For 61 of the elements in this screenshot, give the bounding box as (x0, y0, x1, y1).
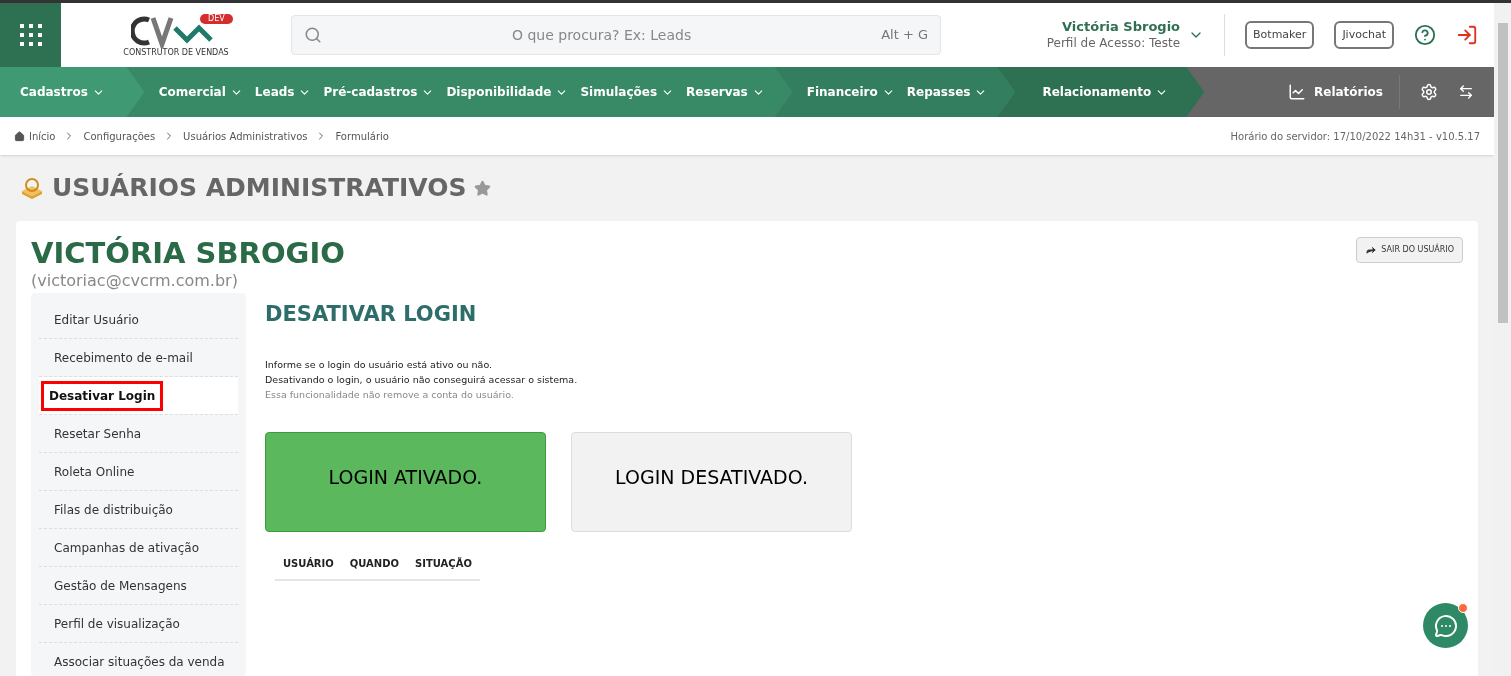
nav-item[interactable]: Disponibilidade (446, 83, 552, 101)
breadcrumb-link[interactable]: Início (29, 128, 56, 144)
note-text: Essa funcionalidade não remove a conta do usuário. (265, 387, 515, 402)
search-icon (304, 26, 322, 44)
swap-icon[interactable] (1458, 84, 1474, 100)
chat-button[interactable]: Botmaker (1245, 21, 1315, 49)
sidebar-item[interactable]: Filas de distribuição (39, 491, 238, 528)
settings-icon[interactable] (1420, 83, 1438, 101)
nav-item[interactable]: Reservas (686, 83, 748, 101)
search-bar[interactable]: O que procura? Ex: Leads Alt + G (291, 15, 941, 55)
user-menu[interactable]: Victória Sbrogio Perfil de Acesso: Teste (1046, 14, 1226, 56)
star-icon[interactable] (474, 179, 492, 197)
breadcrumb-link[interactable]: Formulário (335, 128, 389, 144)
logo-badge: DEV (200, 13, 233, 24)
sidebar-item[interactable]: Desativar Login (39, 377, 238, 414)
sidebar-item[interactable]: Resetar Senha (39, 415, 238, 452)
sidebar-item[interactable]: Perfil de visualização (39, 605, 238, 642)
apps-menu-button[interactable] (0, 3, 61, 67)
sidebar-item[interactable]: Editar Usuário (39, 301, 238, 338)
line-chart-icon (1288, 83, 1306, 101)
chat-button[interactable]: Jivochat (1334, 21, 1394, 49)
nav-item[interactable]: Comercial (158, 83, 226, 101)
nav-item[interactable]: Relacionamento (1042, 83, 1152, 101)
nav-item[interactable]: Simulações (580, 83, 658, 101)
nav-item[interactable]: Financeiro (806, 83, 878, 101)
user-profile: Perfil de Acesso: Teste (1046, 35, 1181, 51)
column-header: QUANDO (349, 556, 400, 571)
forward-arrow-icon (1365, 244, 1378, 256)
grid-icon (18, 23, 43, 47)
column-header: USUÁRIO (283, 556, 334, 571)
info-text: Desativando o login, o usuário não conseguirá acessar o sistema. (265, 372, 579, 387)
user-name: Victória Sbrogio (1062, 19, 1181, 35)
breadcrumb-link[interactable]: Configurações (83, 128, 156, 144)
logo-tagline: CONSTRUTOR DE VENDAS (123, 47, 229, 57)
info-text: Informe se o login do usuário está ativo ou não. (265, 357, 494, 372)
section-title: DESATIVAR LOGIN (265, 301, 478, 328)
page-title: USUÁRIOS ADMINISTRATIVOS (52, 172, 467, 205)
sidebar-item[interactable]: Roleta Online (39, 453, 238, 490)
breadcrumb-link[interactable]: Usuários Administrativos (183, 128, 308, 144)
sidebar-item[interactable]: Recebimento de e-mail (39, 339, 238, 376)
server-time: Horário do servidor: 17/10/2022 14h31 - v10.5.17 (1230, 129, 1480, 144)
login-status-option[interactable]: LOGIN DESATIVADO. (571, 431, 852, 532)
chat-bubble-icon (1433, 613, 1458, 638)
help-icon[interactable] (1414, 24, 1436, 46)
user-email: (victoriac@cvcrm.com.br) (31, 270, 239, 292)
sidebar-item[interactable]: Gestão de Mensagens (39, 567, 238, 604)
sidebar-item[interactable]: Campanhas de ativação (39, 529, 238, 566)
exit-user-button[interactable]: SAIR DO USUÁRIO (1356, 237, 1463, 263)
home-icon (14, 130, 25, 142)
box-gear-icon (20, 177, 44, 199)
nav-item[interactable]: Leads (254, 83, 295, 101)
login-status-option[interactable]: LOGIN ATIVADO. (265, 431, 546, 532)
reports-link[interactable]: Relatórios (1314, 83, 1383, 101)
logout-icon[interactable] (1456, 24, 1478, 46)
column-header: SITUAÇÃO (415, 556, 472, 571)
shortcut-hint: Alt + G (881, 26, 928, 45)
nav-item[interactable]: Pré-cadastros (323, 83, 418, 101)
user-full-name: VICTÓRIA SBROGIO (31, 237, 346, 269)
nav-item[interactable]: Repasses (906, 83, 971, 101)
search-field[interactable]: O que procura? Ex: Leads (334, 24, 870, 46)
sidebar-item[interactable]: Associar situações da venda (39, 643, 238, 676)
